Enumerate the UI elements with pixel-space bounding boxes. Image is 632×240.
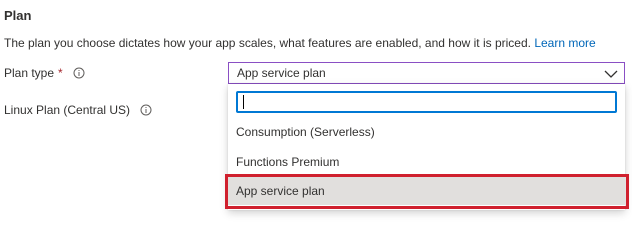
text-caret [243,95,244,109]
plan-type-label-row: Plan type * [4,66,85,80]
linux-plan-label: Linux Plan (Central US) [4,103,131,117]
chevron-down-icon[interactable] [604,68,618,78]
learn-more-link[interactable]: Learn more [534,36,595,50]
plan-type-label: Plan type [4,66,55,80]
section-description-text: The plan you choose dictates how your ap… [4,36,531,50]
option-consumption-serverless[interactable]: Consumption (Serverless) [228,118,625,146]
section-title: Plan [4,8,32,23]
option-label: App service plan [236,184,325,198]
dropdown-search-input[interactable] [236,91,617,113]
linux-plan-label-row: Linux Plan (Central US) [4,103,152,117]
option-label: Consumption (Serverless) [236,125,375,139]
plan-type-dropdown[interactable]: App service plan [228,62,625,84]
info-icon[interactable] [140,104,152,116]
section-description: The plan you choose dictates how your ap… [4,36,596,50]
plan-section: Plan The plan you choose dictates how yo… [0,0,632,210]
option-functions-premium[interactable]: Functions Premium [228,148,625,176]
option-label: Functions Premium [236,155,340,169]
info-icon[interactable] [73,67,85,79]
plan-type-options-list: Consumption (Serverless) Functions Premi… [228,84,625,210]
required-indicator: * [58,66,63,80]
plan-type-selected-value: App service plan [237,66,326,80]
option-app-service-plan[interactable]: App service plan [228,177,625,205]
